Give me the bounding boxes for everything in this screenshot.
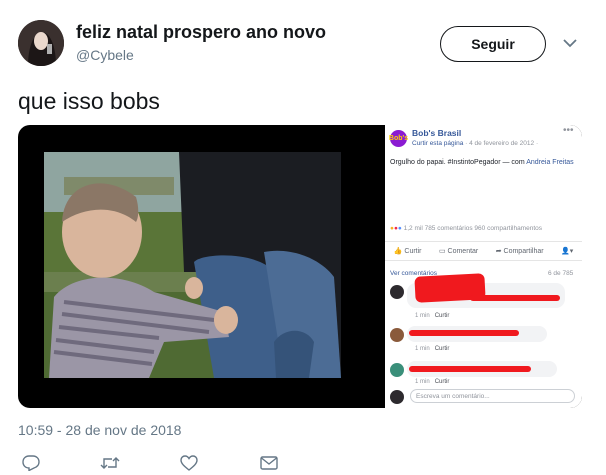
tweet-media[interactable]: Bob's Bob's Brasil Curtir esta página · … <box>18 125 582 408</box>
redaction-mark <box>409 366 531 372</box>
retweet-icon[interactable] <box>100 455 120 471</box>
viewer-avatar <box>390 390 404 404</box>
commenter-avatar <box>390 328 404 342</box>
fb-post-date: · 4 de fevereiro de 2012 · <box>465 140 539 147</box>
fb-post-with: — com <box>502 159 525 166</box>
comment-icon: ▭ <box>438 248 446 255</box>
facebook-post-screenshot: Bob's Bob's Brasil Curtir esta página · … <box>385 125 582 408</box>
fb-like-action: 👍 Curtir <box>393 248 422 255</box>
fb-avatar-dropdown: 👤▾ <box>561 248 574 255</box>
bobs-logo: Bob's <box>389 130 408 147</box>
follow-button[interactable]: Seguir <box>440 26 546 62</box>
fb-comment-action: ▭ Comentar <box>438 248 479 255</box>
fb-comment-count: 6 de 785 <box>548 270 574 277</box>
share-icon: ➦ <box>495 248 502 255</box>
redaction-mark <box>409 330 519 336</box>
like-icon[interactable] <box>180 455 198 471</box>
photo <box>44 152 341 378</box>
fb-post-tag: Andreia Freitas <box>526 159 574 166</box>
message-icon[interactable] <box>260 455 278 471</box>
fb-post-text: Orgulho do papai. #InstintoPegador — com… <box>390 158 580 168</box>
fb-comment-input: Escreva um comentário... <box>410 389 575 403</box>
comment-meta: 1 min Curtir <box>415 379 450 385</box>
commenter-avatar <box>390 285 404 299</box>
fb-action-bar: 👍 Curtir ▭ Comentar ➦ Compartilhar 👤▾ <box>385 241 582 261</box>
thumb-icon: 👍 <box>393 248 403 255</box>
chevron-down-icon[interactable] <box>563 38 577 48</box>
fb-reactions: ●●● 1,2 mil 785 comentários 960 comparti… <box>390 225 543 232</box>
avatar[interactable] <box>18 20 64 66</box>
fb-share-action: ➦ Compartilhar <box>495 248 544 255</box>
tweet-timestamp[interactable]: 10:59 - 28 de nov de 2018 <box>18 422 181 438</box>
display-name[interactable]: feliz natal prospero ano novo <box>76 22 326 43</box>
reply-icon[interactable] <box>22 455 40 471</box>
fb-like-page: Curtir esta página <box>412 140 464 147</box>
comment-meta: 1 min Curtir <box>415 346 450 352</box>
commenter-avatar <box>390 363 404 377</box>
more-icon: ••• <box>563 125 574 136</box>
tweet-text: que isso bobs <box>18 88 160 114</box>
user-handle[interactable]: @Cybele <box>76 47 134 63</box>
redaction-mark <box>470 295 560 301</box>
fb-post-meta: Curtir esta página · 4 de fevereiro de 2… <box>412 140 538 147</box>
fb-post-body: Orgulho do papai. #InstintoPegador <box>390 159 501 166</box>
fb-reaction-counts: 1,2 mil 785 comentários 960 compartilham… <box>403 225 543 232</box>
fb-page-name: Bob's Brasil <box>412 128 462 138</box>
comment-meta: 1 min Curtir <box>415 313 450 319</box>
